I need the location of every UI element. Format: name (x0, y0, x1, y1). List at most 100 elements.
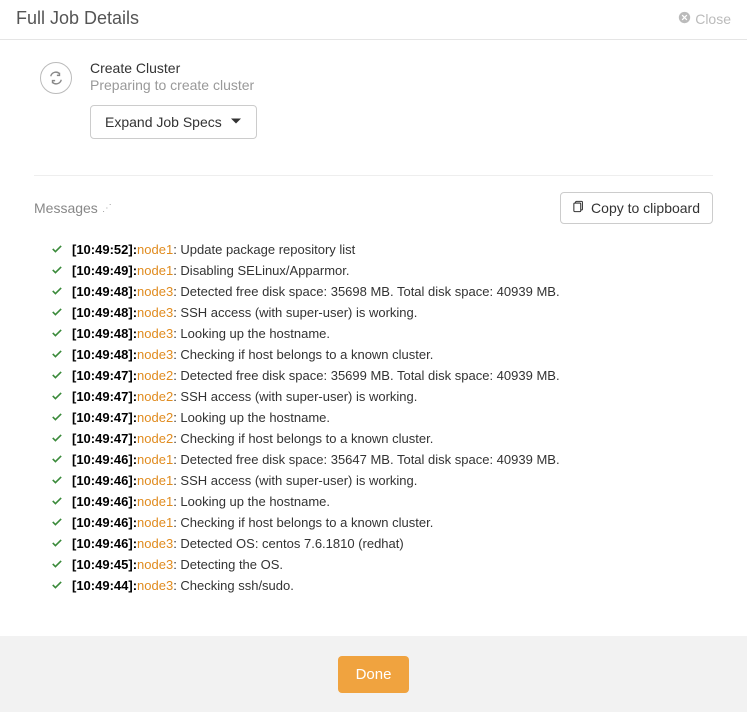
log-row: [10:49:47]:node2: Checking if host belon… (50, 429, 713, 450)
log-timestamp: [10:49:47]: (72, 431, 137, 446)
log-node: node1 (137, 242, 173, 257)
log-node: node1 (137, 263, 173, 278)
loading-spinner-icon: ⋰ (102, 203, 112, 214)
log-timestamp: [10:49:44]: (72, 578, 137, 593)
log-timestamp: [10:49:52]: (72, 242, 137, 257)
log-message: : Checking if host belongs to a known cl… (173, 515, 433, 530)
chevron-down-icon (230, 114, 242, 130)
log-timestamp: [10:49:44]: (72, 599, 137, 600)
check-icon (50, 242, 64, 261)
messages-label: Messages (34, 200, 98, 216)
log-node: node3 (137, 284, 173, 299)
log-row: [10:49:46]:node1: SSH access (with super… (50, 471, 713, 492)
log-node: node3 (137, 536, 173, 551)
log-timestamp: [10:49:48]: (72, 305, 137, 320)
log-timestamp: [10:49:49]: (72, 263, 137, 278)
copy-clipboard-label: Copy to clipboard (591, 200, 700, 216)
log-node: node3 (137, 326, 173, 341)
check-icon (50, 473, 64, 492)
log-timestamp: [10:49:47]: (72, 410, 137, 425)
check-icon (50, 326, 64, 345)
log-timestamp: [10:49:48]: (72, 326, 137, 341)
check-icon (50, 389, 64, 408)
log-message: : Detected free disk space: 35698 MB. To… (173, 284, 559, 299)
log-message: : Detected OS: centos 7.6.1810 (redhat) (173, 599, 404, 600)
log-row: [10:49:46]:node1: Detected free disk spa… (50, 450, 713, 471)
check-icon (50, 263, 64, 282)
log-node: node3 (137, 578, 173, 593)
log-row: [10:49:46]:node1: Checking if host belon… (50, 513, 713, 534)
divider (34, 175, 713, 176)
log-timestamp: [10:49:46]: (72, 515, 137, 530)
expand-job-specs-label: Expand Job Specs (105, 114, 222, 130)
check-icon (50, 599, 64, 600)
log-message: : Looking up the hostname. (173, 326, 330, 341)
log-message: : Checking ssh/sudo. (173, 578, 294, 593)
log-timestamp: [10:49:48]: (72, 347, 137, 362)
log-row: [10:49:46]:node3: Detected OS: centos 7.… (50, 534, 713, 555)
log-node: node1 (137, 473, 173, 488)
expand-job-specs-button[interactable]: Expand Job Specs (90, 105, 257, 139)
log-timestamp: [10:49:46]: (72, 494, 137, 509)
log-message: : Detecting the OS. (173, 557, 283, 572)
log-message: : Disabling SELinux/Apparmor. (173, 263, 349, 278)
log-timestamp: [10:49:46]: (72, 536, 137, 551)
log-row: [10:49:48]:node3: Detected free disk spa… (50, 282, 713, 303)
check-icon (50, 305, 64, 324)
log-timestamp: [10:49:46]: (72, 452, 137, 467)
log-message: : SSH access (with super-user) is workin… (173, 305, 417, 320)
log-row: [10:49:47]:node2: Looking up the hostnam… (50, 408, 713, 429)
close-button[interactable]: Close (678, 11, 731, 27)
log-list: [10:49:52]:node1: Update package reposit… (34, 240, 713, 600)
check-icon (50, 410, 64, 429)
log-node: node3 (137, 347, 173, 362)
log-message: : Detected free disk space: 35647 MB. To… (173, 452, 559, 467)
log-message: : Looking up the hostname. (173, 410, 330, 425)
close-label: Close (695, 11, 731, 27)
log-timestamp: [10:49:46]: (72, 473, 137, 488)
log-timestamp: [10:49:45]: (72, 557, 137, 572)
log-node: node2 (137, 389, 173, 404)
log-node: node2 (137, 410, 173, 425)
log-node: node2 (137, 431, 173, 446)
log-row: [10:49:46]:node1: Looking up the hostnam… (50, 492, 713, 513)
log-timestamp: [10:49:48]: (72, 284, 137, 299)
copy-clipboard-button[interactable]: Copy to clipboard (560, 192, 713, 224)
page-title: Full Job Details (16, 8, 139, 29)
log-timestamp: [10:49:47]: (72, 389, 137, 404)
done-button[interactable]: Done (338, 656, 410, 693)
check-icon (50, 368, 64, 387)
log-row: [10:49:49]:node1: Disabling SELinux/Appa… (50, 261, 713, 282)
log-node: node3 (137, 557, 173, 572)
log-node: node1 (137, 452, 173, 467)
log-row: [10:49:44]:node3: Checking ssh/sudo. (50, 576, 713, 597)
job-status-spinner-icon (40, 62, 72, 94)
check-icon (50, 347, 64, 366)
log-message: : SSH access (with super-user) is workin… (173, 473, 417, 488)
log-row: [10:49:48]:node3: Checking if host belon… (50, 345, 713, 366)
log-message: : SSH access (with super-user) is workin… (173, 389, 417, 404)
log-message: : Detected free disk space: 35699 MB. To… (173, 368, 559, 383)
log-row: [10:49:52]:node1: Update package reposit… (50, 240, 713, 261)
log-message: : Detected OS: centos 7.6.1810 (redhat) (173, 536, 404, 551)
log-message: : Looking up the hostname. (173, 494, 330, 509)
log-message: : Checking if host belongs to a known cl… (173, 431, 433, 446)
check-icon (50, 452, 64, 471)
clipboard-icon (573, 200, 585, 216)
log-node: node2 (137, 368, 173, 383)
check-icon (50, 494, 64, 513)
log-node: node3 (137, 305, 173, 320)
log-row: [10:49:45]:node3: Detecting the OS. (50, 555, 713, 576)
job-subtitle: Preparing to create cluster (90, 77, 257, 93)
check-icon (50, 578, 64, 597)
log-message: : Checking if host belongs to a known cl… (173, 347, 433, 362)
job-title: Create Cluster (90, 60, 257, 76)
log-row: [10:49:47]:node2: SSH access (with super… (50, 387, 713, 408)
log-row: [10:49:48]:node3: SSH access (with super… (50, 303, 713, 324)
check-icon (50, 536, 64, 555)
log-row: [10:49:47]:node2: Detected free disk spa… (50, 366, 713, 387)
log-node: node1 (137, 494, 173, 509)
log-row: [10:49:48]:node3: Looking up the hostnam… (50, 324, 713, 345)
log-node: node1 (137, 515, 173, 530)
log-timestamp: [10:49:47]: (72, 368, 137, 383)
